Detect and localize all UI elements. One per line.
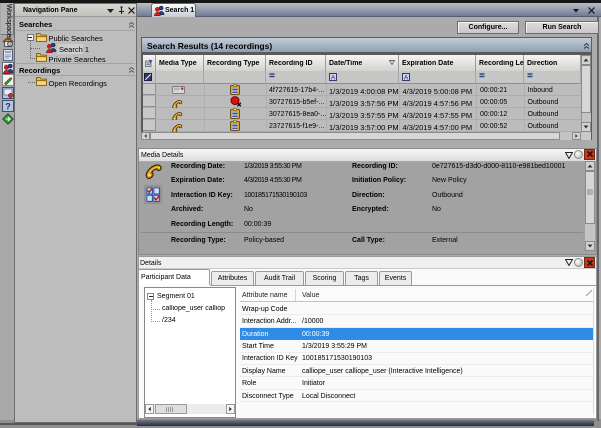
svg-text:A: A bbox=[331, 74, 336, 81]
svg-text:A: A bbox=[404, 74, 409, 81]
svg-text:?: ? bbox=[5, 102, 11, 112]
